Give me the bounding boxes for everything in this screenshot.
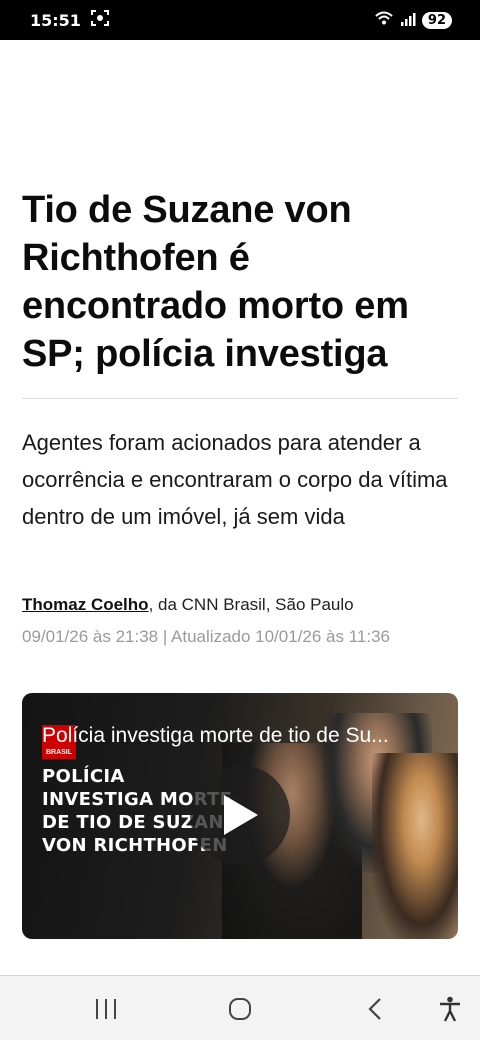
accessibility-button[interactable] bbox=[420, 976, 480, 1040]
wifi-icon bbox=[374, 10, 394, 30]
navigation-bar bbox=[0, 975, 480, 1040]
publish-dates: 09/01/26 às 21:38 | Atualizado 10/01/26 … bbox=[22, 627, 391, 646]
home-icon bbox=[229, 997, 251, 1020]
battery-icon: 92 bbox=[421, 11, 452, 29]
author-link[interactable]: Thomaz Coelho bbox=[22, 595, 149, 614]
status-time: 15:51 bbox=[30, 10, 81, 30]
video-title[interactable]: Polícia investiga morte de tio de Su... bbox=[42, 723, 442, 749]
article-headline: Tio de Suzane von Richthofen é encontrad… bbox=[22, 189, 409, 375]
status-right: 92 bbox=[374, 10, 452, 30]
video-player[interactable]: BRASIL Polícia investiga morte de tio de… bbox=[22, 693, 458, 939]
play-icon bbox=[224, 795, 258, 835]
divider bbox=[22, 398, 458, 399]
status-left: 15:51 bbox=[30, 10, 109, 30]
screen-record-icon bbox=[90, 10, 109, 30]
video-thumbnail-figure bbox=[372, 753, 458, 939]
back-button[interactable] bbox=[345, 976, 405, 1040]
byline: Thomaz Coelho, da CNN Brasil, São Paulo bbox=[22, 594, 458, 616]
byline-source: , da CNN Brasil, São Paulo bbox=[148, 595, 354, 614]
article-subtitle: Agentes foram acionados para atender a o… bbox=[22, 430, 448, 529]
back-icon bbox=[368, 997, 381, 1020]
home-button[interactable] bbox=[210, 976, 270, 1040]
recent-apps-button[interactable] bbox=[76, 976, 136, 1040]
status-bar: 15:51 92 bbox=[0, 0, 480, 40]
accessibility-icon bbox=[440, 996, 460, 1022]
signal-icon bbox=[400, 11, 416, 30]
play-button[interactable] bbox=[190, 765, 290, 865]
recent-apps-icon bbox=[96, 998, 116, 1019]
